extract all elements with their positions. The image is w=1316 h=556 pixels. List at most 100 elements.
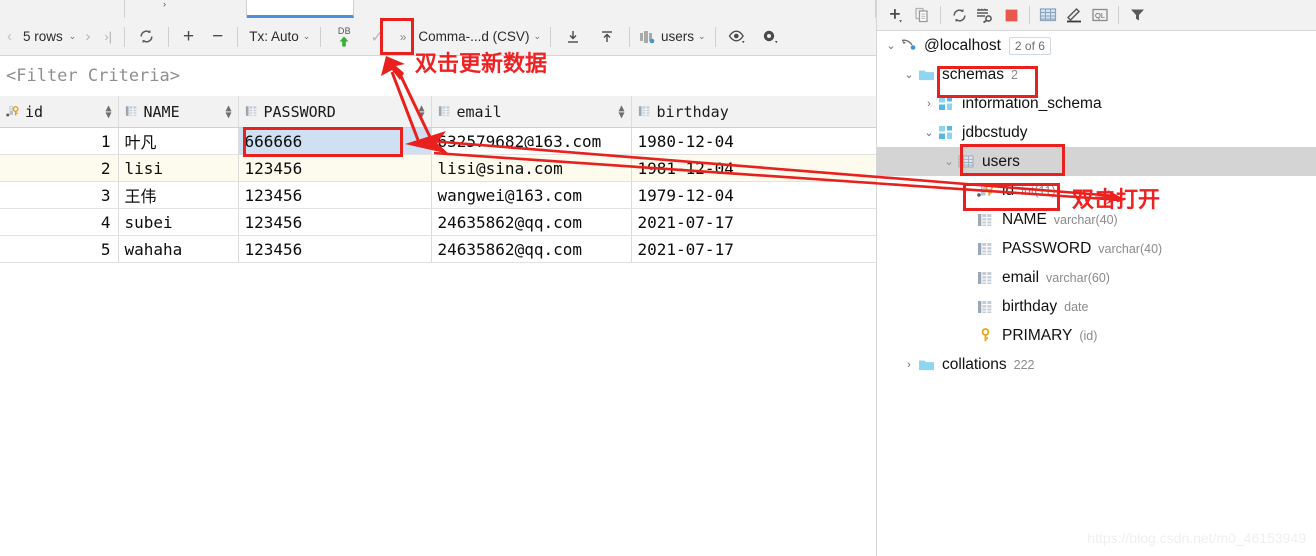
cell-name[interactable]: wahaha bbox=[118, 235, 239, 263]
query-console-button[interactable]: QL bbox=[1087, 2, 1113, 28]
cell-email[interactable]: wangwei@163.com bbox=[431, 181, 632, 209]
tree-item-information-schema[interactable]: › information_schema bbox=[877, 89, 1316, 118]
sort-toggle-email[interactable]: ▲ ▼ bbox=[618, 103, 624, 120]
table-row[interactable]: 5 wahaha 123456 24635862@qq.com 2021-07-… bbox=[0, 235, 876, 263]
tree-item-column-email[interactable]: email varchar(60) bbox=[877, 263, 1316, 292]
cell-id[interactable]: 4 bbox=[0, 208, 119, 236]
commit-button[interactable]: ✓ bbox=[362, 18, 391, 55]
cell-name[interactable]: 叶凡 bbox=[118, 127, 239, 155]
chevron-down-icon[interactable]: ⌄ bbox=[921, 126, 937, 139]
column-header-birthday[interactable]: birthday bbox=[631, 96, 876, 128]
data-editor-settings-button[interactable] bbox=[754, 18, 787, 55]
cell-birthday[interactable]: 1979-12-04 bbox=[631, 181, 876, 209]
export-format-dropdown[interactable]: Comma-...d (CSV) ⌄ bbox=[414, 18, 545, 55]
submit-to-database-button[interactable]: DB bbox=[326, 18, 362, 55]
cell-email[interactable]: lisi@sina.com bbox=[431, 154, 632, 182]
datasource-properties-button[interactable] bbox=[972, 2, 998, 28]
result-table: id ▲ ▼ NAME ▲ ▼ PASSWORD ▲ ▼ email ▲ ▼ b… bbox=[0, 96, 876, 263]
sort-toggle-password[interactable]: ▲ ▼ bbox=[418, 103, 424, 120]
editor-tab-2[interactable] bbox=[125, 0, 247, 18]
chevron-down-icon: ⌄ bbox=[533, 31, 541, 41]
tree-item-information-schema-label: information_schema bbox=[962, 94, 1102, 112]
tree-toolbar-separator-3 bbox=[1118, 6, 1119, 24]
transaction-mode-dropdown[interactable]: Tx: Auto ⌄ bbox=[243, 18, 312, 55]
tree-item-column-name-type: varchar(40) bbox=[1053, 212, 1118, 227]
cell-birthday[interactable]: 1980-12-04 bbox=[631, 127, 876, 155]
filter-button[interactable] bbox=[1124, 2, 1150, 28]
refresh-button[interactable] bbox=[946, 2, 972, 28]
chevron-right-icon[interactable]: › bbox=[901, 359, 917, 371]
rows-count-dropdown[interactable]: 5 rows ⌄ bbox=[19, 18, 78, 55]
cell-password-selected[interactable]: 666666 bbox=[238, 127, 432, 155]
chevron-down-icon[interactable]: ⌄ bbox=[941, 155, 957, 168]
column-header-name[interactable]: NAME ▲ ▼ bbox=[118, 96, 239, 128]
cell-id[interactable]: 2 bbox=[0, 154, 119, 182]
tree-item-column-id[interactable]: id int(11) bbox=[877, 176, 1316, 205]
tree-item-collations-label: collations bbox=[942, 355, 1007, 373]
chevron-down-icon[interactable]: ⌄ bbox=[883, 39, 899, 52]
table-row[interactable]: 2 lisi 123456 lisi@sina.com 1981-12-04 bbox=[0, 154, 876, 182]
cell-id[interactable]: 1 bbox=[0, 127, 119, 155]
cell-name[interactable]: lisi bbox=[118, 154, 239, 182]
copy-button[interactable] bbox=[909, 2, 935, 28]
new-object-button[interactable] bbox=[883, 2, 909, 28]
reload-data-button[interactable] bbox=[130, 18, 163, 55]
previous-page-button[interactable]: ‹ bbox=[0, 18, 19, 55]
sort-toggle-id[interactable]: ▲ ▼ bbox=[105, 103, 111, 120]
datasource-icon bbox=[899, 38, 917, 54]
schema-count-badge: 2 of 6 bbox=[1008, 36, 1051, 55]
view-options-button[interactable] bbox=[721, 18, 754, 55]
cell-email[interactable]: 632579682@163.com bbox=[431, 127, 632, 155]
primary-key-column-icon bbox=[977, 183, 995, 199]
tree-item-collations[interactable]: › collations 222 bbox=[877, 350, 1316, 379]
next-page-button[interactable]: › bbox=[78, 18, 97, 55]
chevron-down-icon[interactable]: ⌄ bbox=[901, 68, 917, 81]
chevron-right-icon[interactable]: › bbox=[921, 98, 937, 110]
export-to-file-button[interactable] bbox=[556, 18, 590, 55]
column-header-password[interactable]: PASSWORD ▲ ▼ bbox=[238, 96, 432, 128]
tree-item-jdbcstudy[interactable]: ⌄ jdbcstudy bbox=[877, 118, 1316, 147]
tree-item-primary-key[interactable]: PRIMARY (id) bbox=[877, 321, 1316, 350]
cell-password[interactable]: 123456 bbox=[238, 181, 432, 209]
table-row[interactable]: 4 subei 123456 24635862@qq.com 2021-07-1… bbox=[0, 208, 876, 236]
delete-row-button[interactable]: − bbox=[203, 18, 232, 55]
database-tool-window: › ‹ 5 rows ⌄ › ›| + − Tx: Auto ⌄ DB ✓ » … bbox=[0, 0, 1316, 556]
cell-email[interactable]: 24635862@qq.com bbox=[431, 208, 632, 236]
cell-email[interactable]: 24635862@qq.com bbox=[431, 235, 632, 263]
cell-birthday[interactable]: 2021-07-17 bbox=[631, 235, 876, 263]
open-table-editor-button[interactable] bbox=[1035, 2, 1061, 28]
tree-item-column-birthday[interactable]: birthday date bbox=[877, 292, 1316, 321]
last-page-button[interactable]: ›| bbox=[97, 18, 119, 55]
filter-criteria-bar[interactable]: <Filter Criteria> bbox=[0, 56, 876, 97]
table-row[interactable]: 1 叶凡 666666 632579682@163.com 1980-12-04 bbox=[0, 127, 876, 155]
toolbar-overflow-button[interactable]: » bbox=[392, 18, 415, 55]
stop-button[interactable] bbox=[998, 2, 1024, 28]
cell-name[interactable]: subei bbox=[118, 208, 239, 236]
add-row-button[interactable]: + bbox=[174, 18, 203, 55]
schemas-count: 2 bbox=[1011, 67, 1018, 82]
tree-item-column-password[interactable]: PASSWORD varchar(40) bbox=[877, 234, 1316, 263]
column-header-email[interactable]: email ▲ ▼ bbox=[431, 96, 632, 128]
cell-id[interactable]: 3 bbox=[0, 181, 119, 209]
data-editor-toolbar: ‹ 5 rows ⌄ › ›| + − Tx: Auto ⌄ DB ✓ » Co… bbox=[0, 18, 876, 56]
tree-item-users[interactable]: ⌄ users bbox=[877, 147, 1316, 176]
import-from-file-button[interactable] bbox=[590, 18, 624, 55]
cell-birthday[interactable]: 2021-07-17 bbox=[631, 208, 876, 236]
cell-password-selected[interactable]: 123456 bbox=[238, 154, 432, 182]
editor-tab-3-active[interactable] bbox=[247, 0, 354, 18]
tree-item-localhost[interactable]: ⌄ @localhost 2 of 6 bbox=[877, 31, 1316, 60]
editor-tab-1[interactable] bbox=[0, 0, 125, 18]
tree-item-column-name[interactable]: NAME varchar(40) bbox=[877, 205, 1316, 234]
table-row[interactable]: 3 王伟 123456 wangwei@163.com 1979-12-04 bbox=[0, 181, 876, 209]
tree-item-schemas[interactable]: ⌄ schemas 2 bbox=[877, 60, 1316, 89]
cell-name[interactable]: 王伟 bbox=[118, 181, 239, 209]
sort-toggle-name[interactable]: ▲ ▼ bbox=[225, 103, 231, 120]
filter-criteria-placeholder: <Filter Criteria> bbox=[6, 66, 180, 86]
modify-object-button[interactable] bbox=[1061, 2, 1087, 28]
cell-password[interactable]: 123456 bbox=[238, 208, 432, 236]
cell-id[interactable]: 5 bbox=[0, 235, 119, 263]
target-table-dropdown[interactable]: users ⌄ bbox=[635, 18, 710, 55]
cell-password[interactable]: 123456 bbox=[238, 235, 432, 263]
column-header-id[interactable]: id ▲ ▼ bbox=[0, 96, 119, 128]
cell-birthday[interactable]: 1981-12-04 bbox=[631, 154, 876, 182]
